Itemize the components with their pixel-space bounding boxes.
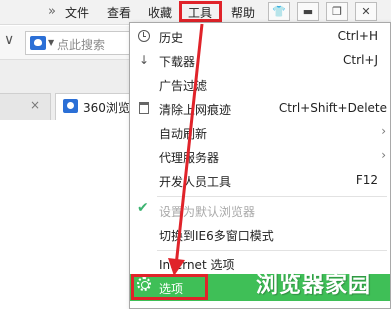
tools-highlight-box (179, 1, 222, 22)
menu-item-label: Internet 选项 (159, 258, 235, 272)
menu-item-label: 开发人员工具 (159, 175, 232, 189)
submenu-arrow-icon: › (381, 148, 386, 162)
tab-previous[interactable]: × (0, 93, 51, 120)
menu-item-shortcut: Ctrl+H (337, 29, 378, 43)
menu-item-label: 自动刷新 (159, 127, 208, 141)
menu-item-label: 切换到IE6多窗口模式 (159, 229, 274, 243)
menu-item-label: 广告过滤 (159, 79, 208, 93)
menu-item-label: 设置为默认浏览器 (159, 205, 256, 219)
menu-help[interactable]: 帮助 (231, 4, 255, 21)
skin-button[interactable]: 👕 (268, 2, 290, 21)
search-engine-icon[interactable] (30, 36, 46, 50)
search-engine-caret-icon[interactable]: ▼ (48, 38, 54, 47)
menu-item-auto-refresh[interactable]: 自动刷新 › (130, 121, 390, 145)
shirt-icon: 👕 (272, 5, 286, 18)
menu-item-label: 代理服务器 (159, 151, 220, 165)
menu-item-shortcut: Ctrl+Shift+Delete (278, 101, 387, 115)
menu-item-shortcut: F12 (355, 173, 378, 187)
options-highlight-box (131, 274, 208, 300)
menu-separator (157, 250, 387, 251)
menu-item-label: 历史 (159, 31, 184, 45)
menu-item-clear-traces[interactable]: 清除上网痕迹 Ctrl+Shift+Delete (130, 97, 390, 121)
tab-active[interactable]: 360浏览器 (55, 93, 140, 120)
browser-logo-icon (63, 99, 78, 113)
close-icon: ✕ (361, 5, 371, 18)
close-window-button[interactable]: ✕ (355, 2, 377, 21)
submenu-arrow-icon: › (381, 124, 386, 138)
menu-item-dev-tools[interactable]: 开发人员工具 F12 (130, 169, 390, 193)
download-arrow-icon: ↓ (138, 53, 150, 67)
tools-menu: 历史 Ctrl+H ↓ 下载器 Ctrl+J 广告过滤 清除上网痕迹 Ctrl+… (129, 22, 391, 309)
menu-item-history[interactable]: 历史 Ctrl+H (130, 25, 390, 49)
menu-item-shortcut: Ctrl+J (343, 53, 378, 67)
menu-view[interactable]: 查看 (107, 4, 131, 21)
menu-favorites[interactable]: 收藏 (148, 4, 172, 21)
maximize-button[interactable]: ❐ (326, 2, 348, 21)
menu-file[interactable]: 文件 (65, 4, 89, 21)
clock-icon (138, 30, 150, 42)
trash-icon (139, 102, 149, 114)
check-icon: ✔ (137, 200, 149, 216)
minimize-icon: ▬ (302, 5, 314, 18)
menu-item-label: 清除上网痕迹 (159, 103, 232, 117)
menu-overflow-arrow-icon[interactable]: » (48, 4, 56, 19)
minimize-button[interactable]: ▬ (297, 2, 319, 21)
menu-separator (157, 196, 387, 197)
menu-item-ie6-mode[interactable]: 切换到IE6多窗口模式 (130, 223, 390, 247)
maximize-icon: ❐ (332, 5, 342, 18)
menu-item-proxy[interactable]: 代理服务器 › (130, 145, 390, 169)
menu-item-label: 下载器 (159, 55, 196, 69)
search-input[interactable]: 点此搜索 (57, 36, 105, 53)
menu-item-ad-filter[interactable]: 广告过滤 (130, 73, 390, 97)
search-box[interactable]: ▼ 点此搜索 (25, 31, 135, 55)
watermark-text: 浏览器家园 (255, 273, 371, 298)
menu-item-downloader[interactable]: ↓ 下载器 Ctrl+J (130, 49, 390, 73)
tab-close-icon[interactable]: × (30, 98, 40, 112)
chevron-down-icon[interactable]: ∨ (4, 32, 14, 48)
menu-item-set-default: ✔ 设置为默认浏览器 (130, 199, 390, 223)
